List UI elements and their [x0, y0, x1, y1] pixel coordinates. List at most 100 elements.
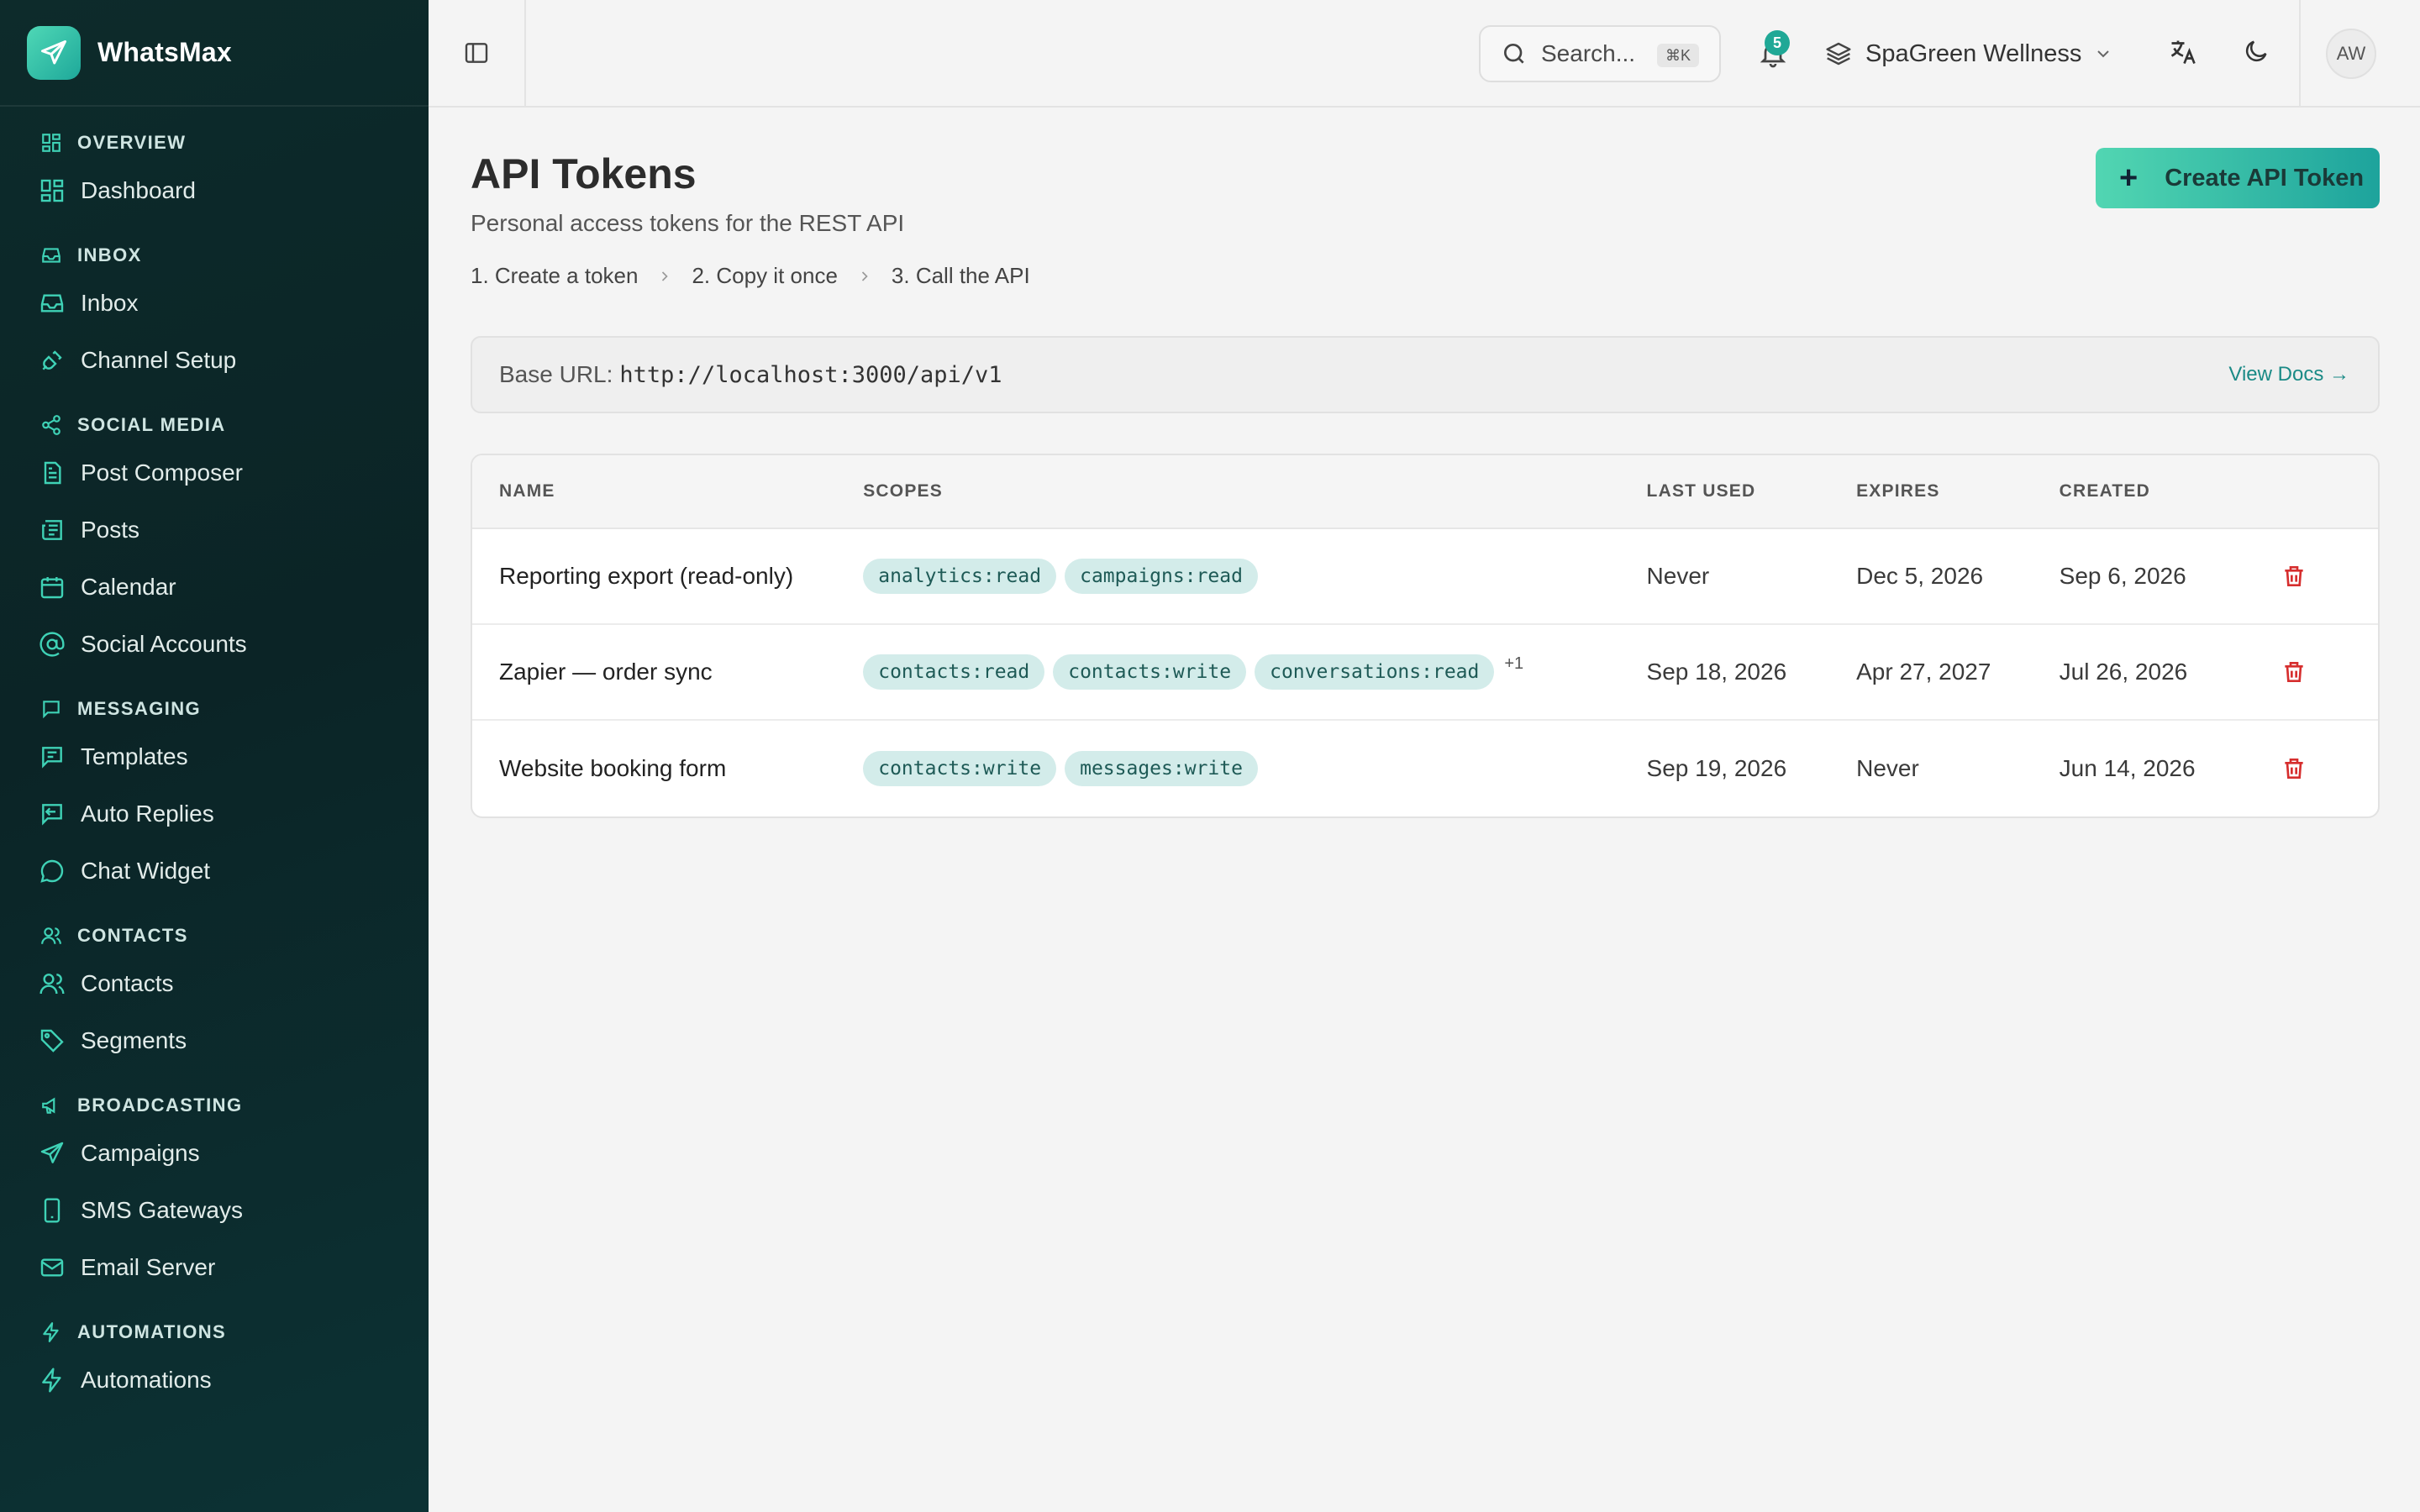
step-1: 1. Create a token — [471, 263, 639, 288]
sidebar-item-sms-gateways[interactable]: SMS Gateways — [0, 1182, 429, 1239]
sidebar-item-posts[interactable]: Posts — [0, 501, 429, 559]
sidebar-item-inbox[interactable]: Inbox — [0, 275, 429, 332]
sidebar-item-campaigns[interactable]: Campaigns — [0, 1125, 429, 1182]
sidebar-item-automations[interactable]: Automations — [0, 1352, 429, 1409]
row-actions — [2281, 755, 2378, 782]
api-tokens-table: NAME SCOPES LAST USED EXPIRES CREATED Re… — [471, 454, 2380, 818]
token-last-used: Never — [1646, 563, 1710, 589]
theme-toggle-button[interactable] — [2242, 37, 2270, 66]
panel-left-icon — [463, 39, 490, 66]
sidebar-item-label: Auto Replies — [81, 801, 214, 827]
trash-icon[interactable] — [2281, 755, 2307, 782]
avatar[interactable]: AW — [2326, 29, 2376, 79]
create-api-token-button[interactable]: + Create API Token — [2096, 148, 2380, 208]
base-url-bar: Base URL: http://localhost:3000/api/v1 V… — [471, 336, 2380, 413]
send-icon — [39, 1140, 66, 1167]
layers-icon — [1825, 40, 1852, 67]
sidebar-item-label: SMS Gateways — [81, 1197, 243, 1223]
section-title-label: OVERVIEW — [77, 132, 187, 153]
sidebar-item-label: Automations — [81, 1367, 212, 1393]
steps-breadcrumb: 1. Create a token 2. Copy it once 3. Cal… — [471, 263, 1030, 289]
sidebar-item-auto-replies[interactable]: Auto Replies — [0, 785, 429, 843]
step-3: 3. Call the API — [891, 263, 1030, 288]
mail-icon — [39, 1254, 66, 1281]
sidebar-item-contacts[interactable]: Contacts — [0, 955, 429, 1012]
scope-chip: messages:write — [1065, 751, 1258, 786]
token-expires: Dec 5, 2026 — [1856, 563, 1984, 589]
base-url-value: http://localhost:3000/api/v1 — [619, 361, 1002, 388]
token-name: Reporting export (read-only) — [499, 563, 794, 589]
sidebar-item-chat-widget[interactable]: Chat Widget — [0, 843, 429, 900]
language-button[interactable] — [2168, 37, 2198, 67]
section-overview: OVERVIEW — [0, 123, 429, 162]
bolt-icon — [40, 1321, 62, 1343]
workspace-switcher[interactable]: SpaGreen Wellness — [1825, 30, 2113, 77]
trash-icon[interactable] — [2281, 563, 2307, 590]
section-title-label: CONTACTS — [77, 925, 188, 946]
newspaper-icon — [39, 517, 66, 543]
sidebar-item-label: Dashboard — [81, 177, 196, 203]
search-input[interactable]: Search... ⌘K — [1479, 25, 1721, 82]
sidebar-item-templates[interactable]: Templates — [0, 728, 429, 785]
search-shortcut: ⌘K — [1656, 44, 1699, 67]
token-created: Sep 6, 2026 — [2059, 563, 2186, 589]
notification-count-badge: 5 — [1765, 30, 1790, 55]
more-scopes-count: +1 — [1504, 654, 1524, 673]
sidebar-item-label: Contacts — [81, 970, 174, 996]
sidebar-item-label: Inbox — [81, 290, 139, 316]
base-url-label: Base URL: — [499, 361, 613, 387]
section-contacts: CONTACTS — [0, 916, 429, 955]
topbar-divider — [2299, 0, 2301, 106]
token-expires: Apr 27, 2027 — [1856, 659, 1991, 685]
token-created: Jun 14, 2026 — [2059, 755, 2196, 781]
topbar: Search... ⌘K 5 SpaGreen Wellness AW — [429, 0, 2420, 108]
sidebar-item-channel-setup[interactable]: Channel Setup — [0, 332, 429, 389]
scope-chip: contacts:write — [1053, 654, 1247, 690]
sidebar-item-social-accounts[interactable]: Social Accounts — [0, 616, 429, 673]
brand[interactable]: WhatsMax — [0, 0, 429, 107]
search-placeholder: Search... — [1541, 40, 1636, 66]
moon-icon — [2242, 37, 2270, 66]
sidebar-item-email-server[interactable]: Email Server — [0, 1239, 429, 1296]
calendar-icon — [39, 574, 66, 601]
section-inbox: INBOX — [0, 236, 429, 275]
message-icon — [40, 698, 62, 720]
plus-icon: + — [2119, 160, 2139, 196]
sidebar-item-dashboard[interactable]: Dashboard — [0, 162, 429, 219]
phone-icon — [39, 1197, 66, 1224]
table-header: NAME SCOPES LAST USED EXPIRES CREATED — [472, 455, 2378, 529]
token-expires: Never — [1856, 755, 1919, 781]
section-social-media: SOCIAL MEDIA — [0, 406, 429, 444]
sidebar-item-post-composer[interactable]: Post Composer — [0, 444, 429, 501]
tag-icon — [39, 1027, 66, 1054]
sidebar: WhatsMax OVERVIEW Dashboard INBOX Inbox … — [0, 0, 429, 1512]
create-button-label: Create API Token — [2165, 164, 2365, 192]
section-automations: AUTOMATIONS — [0, 1313, 429, 1352]
sidebar-item-label: Channel Setup — [81, 347, 237, 373]
send-logo-icon — [27, 25, 81, 80]
header-created: CREATED — [2059, 481, 2151, 501]
header-name: NAME — [499, 481, 555, 501]
section-title-label: AUTOMATIONS — [77, 1321, 227, 1342]
workspace-name: SpaGreen Wellness — [1865, 39, 2082, 67]
scope-chip: contacts:write — [863, 751, 1057, 786]
chevron-down-icon — [2093, 44, 2113, 64]
sidebar-item-label: Chat Widget — [81, 858, 211, 884]
sidebar-item-label: Segments — [81, 1027, 187, 1053]
trash-icon[interactable] — [2281, 659, 2307, 685]
chevron-right-icon — [856, 268, 873, 285]
at-icon — [39, 631, 66, 658]
sidebar-item-label: Templates — [81, 743, 188, 769]
sidebar-item-calendar[interactable]: Calendar — [0, 559, 429, 616]
grid-icon — [40, 132, 62, 154]
document-icon — [39, 459, 66, 486]
sidebar-toggle-button[interactable] — [429, 0, 526, 106]
token-name: Website booking form — [499, 755, 727, 781]
bolt-icon — [39, 1367, 66, 1394]
sidebar-item-label: Email Server — [81, 1254, 216, 1280]
token-scopes: contacts:read contacts:write conversatio… — [863, 654, 1646, 690]
table-row: Reporting export (read-only) analytics:r… — [472, 529, 2378, 625]
token-name: Zapier — order sync — [499, 659, 713, 685]
sidebar-item-segments[interactable]: Segments — [0, 1012, 429, 1069]
view-docs-link[interactable]: View Docs → — [2228, 363, 2349, 386]
